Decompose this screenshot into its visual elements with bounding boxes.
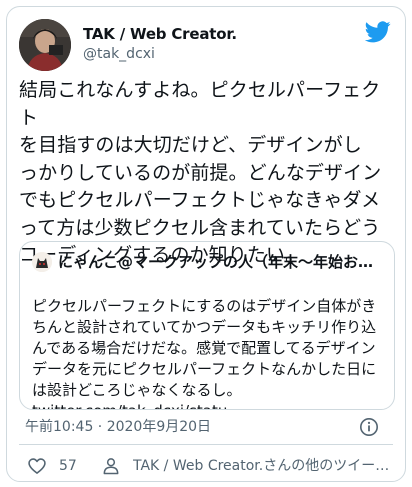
quote-author-avatar — [32, 252, 52, 272]
author-block: TAK / Web Creator. @tak_dcxi — [83, 24, 237, 64]
info-icon[interactable] — [359, 417, 379, 437]
quote-link[interactable]: twitter.com/tak_dcxi/statu… — [32, 401, 384, 409]
like-count: 57 — [59, 458, 77, 474]
quoted-tweet[interactable]: にゃんこ@マークアップの人（年末〜年始お… ピクセルパーフェクトにするのはデザイ… — [19, 241, 395, 410]
tweet-actions: 57 TAK / Web Creator.さんの他のツイー… — [19, 453, 393, 479]
author-handle[interactable]: @tak_dcxi — [83, 44, 237, 64]
person-icon — [103, 458, 119, 475]
tweet-card: TAK / Web Creator. @tak_dcxi 結局これなんすよね。ピ… — [6, 6, 406, 482]
quote-author-name: にゃんこ@マークアップの人（年末〜年始お… — [58, 253, 374, 271]
quote-body: ピクセルパーフェクトにするのはデザイン自体がき ちんと設計されていてかつデータも… — [32, 297, 377, 399]
more-tweets-link[interactable]: TAK / Web Creator.さんの他のツイー… — [133, 456, 397, 476]
heart-icon[interactable] — [27, 456, 47, 476]
twitter-bird-icon[interactable] — [365, 21, 391, 43]
author-display-name[interactable]: TAK / Web Creator. — [83, 24, 237, 44]
tweet-header: TAK / Web Creator. @tak_dcxi — [19, 19, 393, 71]
tweet-timestamp[interactable]: 午前10:45 · 2020年9月20日 — [25, 417, 211, 437]
quote-text: ピクセルパーフェクトにするのはデザイン自体がき ちんと設計されていてかつデータも… — [32, 275, 384, 409]
author-avatar[interactable] — [19, 19, 71, 71]
quote-header: にゃんこ@マークアップの人（年末〜年始お… — [32, 251, 386, 273]
divider — [19, 444, 393, 445]
